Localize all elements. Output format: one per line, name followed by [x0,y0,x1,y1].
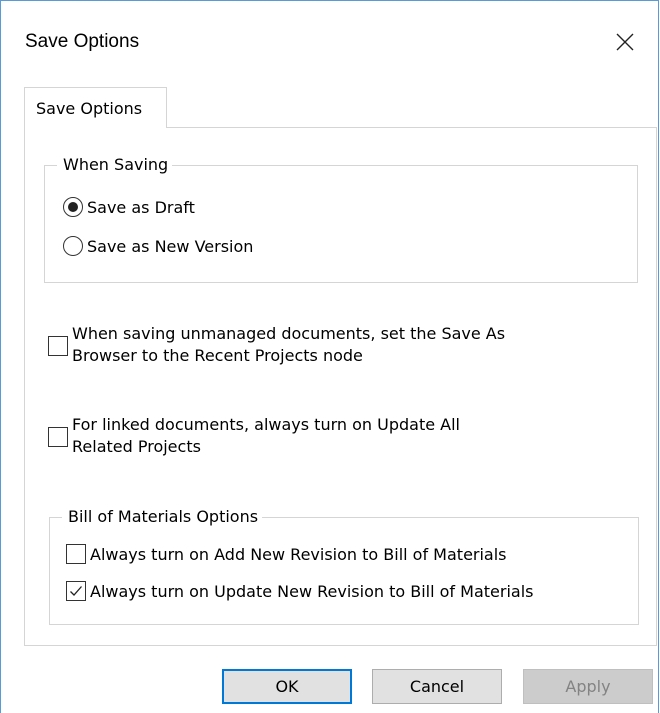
close-icon[interactable] [610,27,640,57]
when-saving-group: When Saving Save as Draft Save as New Ve… [44,154,638,283]
unmanaged-docs-label-line1: When saving unmanaged documents, set the… [72,324,506,343]
linked-docs-checkbox[interactable] [48,427,68,447]
cancel-button[interactable]: Cancel [372,669,502,704]
bom-options-legend: Bill of Materials Options [62,506,263,528]
ok-button[interactable]: OK [222,669,352,704]
save-as-draft-radio[interactable] [63,197,83,217]
unmanaged-docs-label: When saving unmanaged documents, set the… [68,323,505,367]
bom-options-group: Bill of Materials Options Always turn on… [49,506,639,625]
save-as-draft-option[interactable]: Save as Draft [63,197,195,217]
save-as-draft-label: Save as Draft [87,197,195,217]
apply-button[interactable]: Apply [523,669,653,704]
checkmark-icon [70,586,82,596]
save-as-new-version-radio[interactable] [63,236,83,256]
when-saving-legend: When Saving [57,154,173,176]
update-new-revision-option[interactable]: Always turn on Update New Revision to Bi… [66,581,533,601]
unmanaged-docs-checkbox[interactable] [48,336,68,356]
update-new-revision-checkbox[interactable] [66,581,86,601]
unmanaged-docs-checkbox-row[interactable]: When saving unmanaged documents, set the… [48,323,505,367]
linked-docs-label: For linked documents, always turn on Upd… [68,414,460,458]
add-new-revision-option[interactable]: Always turn on Add New Revision to Bill … [66,544,507,564]
title-bar[interactable]: Save Options [1,1,658,89]
save-as-new-version-option[interactable]: Save as New Version [63,236,253,256]
tab-panel: When Saving Save as Draft Save as New Ve… [24,127,657,646]
linked-docs-label-line1: For linked documents, always turn on Upd… [72,415,460,434]
add-new-revision-label: Always turn on Add New Revision to Bill … [90,544,507,564]
window-title: Save Options [25,31,140,52]
tab-save-options[interactable]: Save Options [24,87,167,128]
save-as-new-version-label: Save as New Version [87,236,254,256]
update-new-revision-label: Always turn on Update New Revision to Bi… [90,581,534,601]
linked-docs-label-line2: Related Projects [72,437,201,456]
add-new-revision-checkbox[interactable] [66,544,86,564]
unmanaged-docs-label-line2: Browser to the Recent Projects node [72,346,363,365]
linked-docs-checkbox-row[interactable]: For linked documents, always turn on Upd… [48,414,460,458]
save-options-dialog: Save Options Save Options When Saving Sa… [0,0,659,713]
